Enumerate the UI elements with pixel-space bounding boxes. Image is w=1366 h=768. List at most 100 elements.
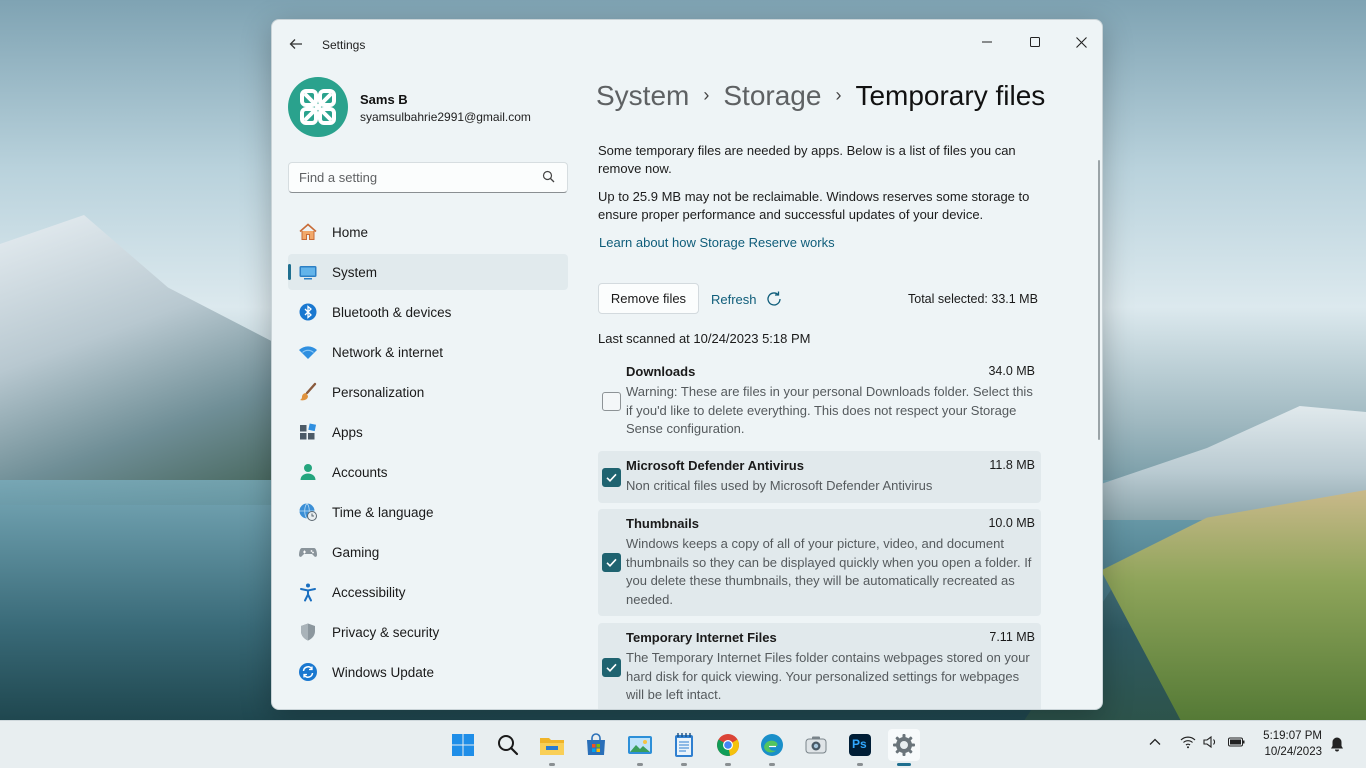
taskbar-photos[interactable] <box>624 729 656 766</box>
close-button[interactable] <box>1058 26 1102 58</box>
sidebar-item-privacy[interactable]: Privacy & security <box>288 614 568 650</box>
sidebar-nav: Home System Bluetooth & devices Network … <box>288 214 568 694</box>
file-item-description: Warning: These are files in your persona… <box>626 384 1033 436</box>
avatar[interactable] <box>288 77 348 137</box>
sidebar-item-label: Network & internet <box>332 345 444 360</box>
file-item-size: 7.11 MB <box>989 630 1035 644</box>
taskbar-notepad[interactable] <box>668 729 700 766</box>
checkbox[interactable] <box>602 658 621 677</box>
sidebar-item-system[interactable]: System <box>288 254 568 290</box>
accessibility-icon <box>300 583 316 602</box>
sidebar-item-time-language[interactable]: Time & language <box>288 494 568 530</box>
chrome-icon <box>717 734 739 756</box>
tray-volume[interactable] <box>1203 735 1219 752</box>
sidebar-item-gaming[interactable]: Gaming <box>288 534 568 570</box>
file-item-thumbnails[interactable]: Thumbnails 10.0 MB Windows keeps a copy … <box>598 509 1041 616</box>
sidebar-item-apps[interactable]: Apps <box>288 414 568 450</box>
search-input[interactable]: Find a setting <box>299 170 377 185</box>
checkbox[interactable] <box>602 468 621 487</box>
sidebar-item-accessibility[interactable]: Accessibility <box>288 574 568 610</box>
file-item-downloads[interactable]: Downloads 34.0 MB Warning: These are fil… <box>598 357 1041 443</box>
battery-icon <box>1228 737 1245 747</box>
tray-battery[interactable] <box>1228 735 1246 752</box>
breadcrumb-system[interactable]: System <box>596 80 689 111</box>
apps-icon <box>300 423 317 440</box>
intro-text: Some temporary files are needed by apps.… <box>598 143 1016 176</box>
tray-overflow-button[interactable] <box>1148 735 1162 752</box>
minimize-button[interactable] <box>964 26 1010 58</box>
minimize-icon <box>982 41 992 43</box>
storage-reserve-link[interactable]: Learn about how Storage Reserve works <box>599 235 835 250</box>
sidebar-item-home[interactable]: Home <box>288 214 568 250</box>
taskbar-settings[interactable] <box>888 729 920 766</box>
back-arrow-icon <box>289 39 302 49</box>
breadcrumb-storage[interactable]: Storage <box>723 80 821 111</box>
chevron-up-icon <box>1149 738 1161 745</box>
sidebar-item-label: Apps <box>332 425 363 440</box>
close-icon <box>1075 36 1087 48</box>
tray-network[interactable] <box>1180 735 1196 752</box>
search-box[interactable]: Find a setting <box>288 162 568 193</box>
brush-icon <box>300 382 317 401</box>
file-item-title: Microsoft Defender Antivirus <box>626 458 804 473</box>
camera-icon <box>805 736 827 754</box>
taskbar-start[interactable] <box>447 729 479 761</box>
taskbar-chrome[interactable] <box>712 729 744 766</box>
sidebar-item-label: Gaming <box>332 545 380 560</box>
refresh-label: Refresh <box>711 291 757 307</box>
taskbar-photoshop[interactable]: Ps <box>844 729 876 766</box>
sidebar-item-accounts[interactable]: Accounts <box>288 454 568 490</box>
sidebar-item-label: Accounts <box>332 465 388 480</box>
checkbox[interactable] <box>602 553 621 572</box>
sidebar-item-network[interactable]: Network & internet <box>288 334 568 370</box>
taskbar-store[interactable] <box>580 729 612 761</box>
file-item-size: 34.0 MB <box>988 364 1035 378</box>
file-item-defender[interactable]: Microsoft Defender Antivirus 11.8 MB Non… <box>598 451 1041 503</box>
update-icon <box>299 663 317 681</box>
file-explorer-icon <box>540 738 564 755</box>
file-item-description: Windows keeps a copy of all of your pict… <box>626 536 1032 607</box>
sidebar-item-windows-update[interactable]: Windows Update <box>288 654 568 690</box>
reserve-note: Up to 25.9 MB may not be reclaimable. Wi… <box>598 189 1030 222</box>
taskbar-file-explorer[interactable] <box>536 729 568 766</box>
file-item-title: Downloads <box>626 364 696 379</box>
taskbar-edge[interactable] <box>756 729 788 766</box>
clock-time[interactable]: 5:19:07 PM <box>1263 730 1322 742</box>
checkbox[interactable] <box>602 392 621 411</box>
taskbar-search[interactable] <box>492 729 524 761</box>
settings-icon <box>893 734 915 756</box>
wallpaper-mountain-left <box>0 215 280 505</box>
checkmark-icon <box>606 663 617 672</box>
title-bar: Settings <box>272 20 1102 68</box>
sidebar-item-personalization[interactable]: Personalization <box>288 374 568 410</box>
clock-date[interactable]: 10/24/2023 <box>1264 746 1322 758</box>
taskbar-camera[interactable] <box>800 729 832 761</box>
checkmark-icon <box>606 473 617 482</box>
page-title: Temporary files <box>855 80 1046 111</box>
sidebar-item-label: Home <box>332 225 369 240</box>
file-item-size: 11.8 MB <box>989 458 1035 472</box>
file-item-title: Temporary Internet Files <box>626 630 777 645</box>
maximize-button[interactable] <box>1012 26 1058 58</box>
sidebar-item-label: Personalization <box>332 385 425 400</box>
refresh-button[interactable]: Refresh <box>711 290 783 308</box>
file-item-description: The Temporary Internet Files folder cont… <box>626 650 1030 702</box>
file-item-temporary-internet-files[interactable]: Temporary Internet Files 7.11 MB The Tem… <box>598 623 1041 709</box>
scrollbar[interactable] <box>1098 160 1100 440</box>
running-indicator <box>857 763 863 766</box>
user-email: syamsulbahrie2991@gmail.com <box>360 110 531 124</box>
back-button[interactable] <box>286 34 306 54</box>
avatar-logo-icon <box>300 89 336 125</box>
settings-window: Settings Sams B syamsulbahrie2991@gmail.… <box>271 19 1103 710</box>
accounts-icon <box>300 464 316 480</box>
photos-icon <box>628 736 652 754</box>
sidebar-item-bluetooth[interactable]: Bluetooth & devices <box>288 294 568 330</box>
tray-notifications[interactable] <box>1330 736 1344 755</box>
refresh-icon <box>766 291 781 306</box>
notepad-icon <box>675 733 693 757</box>
remove-files-button[interactable]: Remove files <box>598 283 699 314</box>
running-indicator <box>637 763 643 766</box>
search-icon <box>542 170 555 183</box>
total-selected: Total selected: 33.1 MB <box>908 292 1038 306</box>
sidebar-item-label: Time & language <box>332 505 434 520</box>
